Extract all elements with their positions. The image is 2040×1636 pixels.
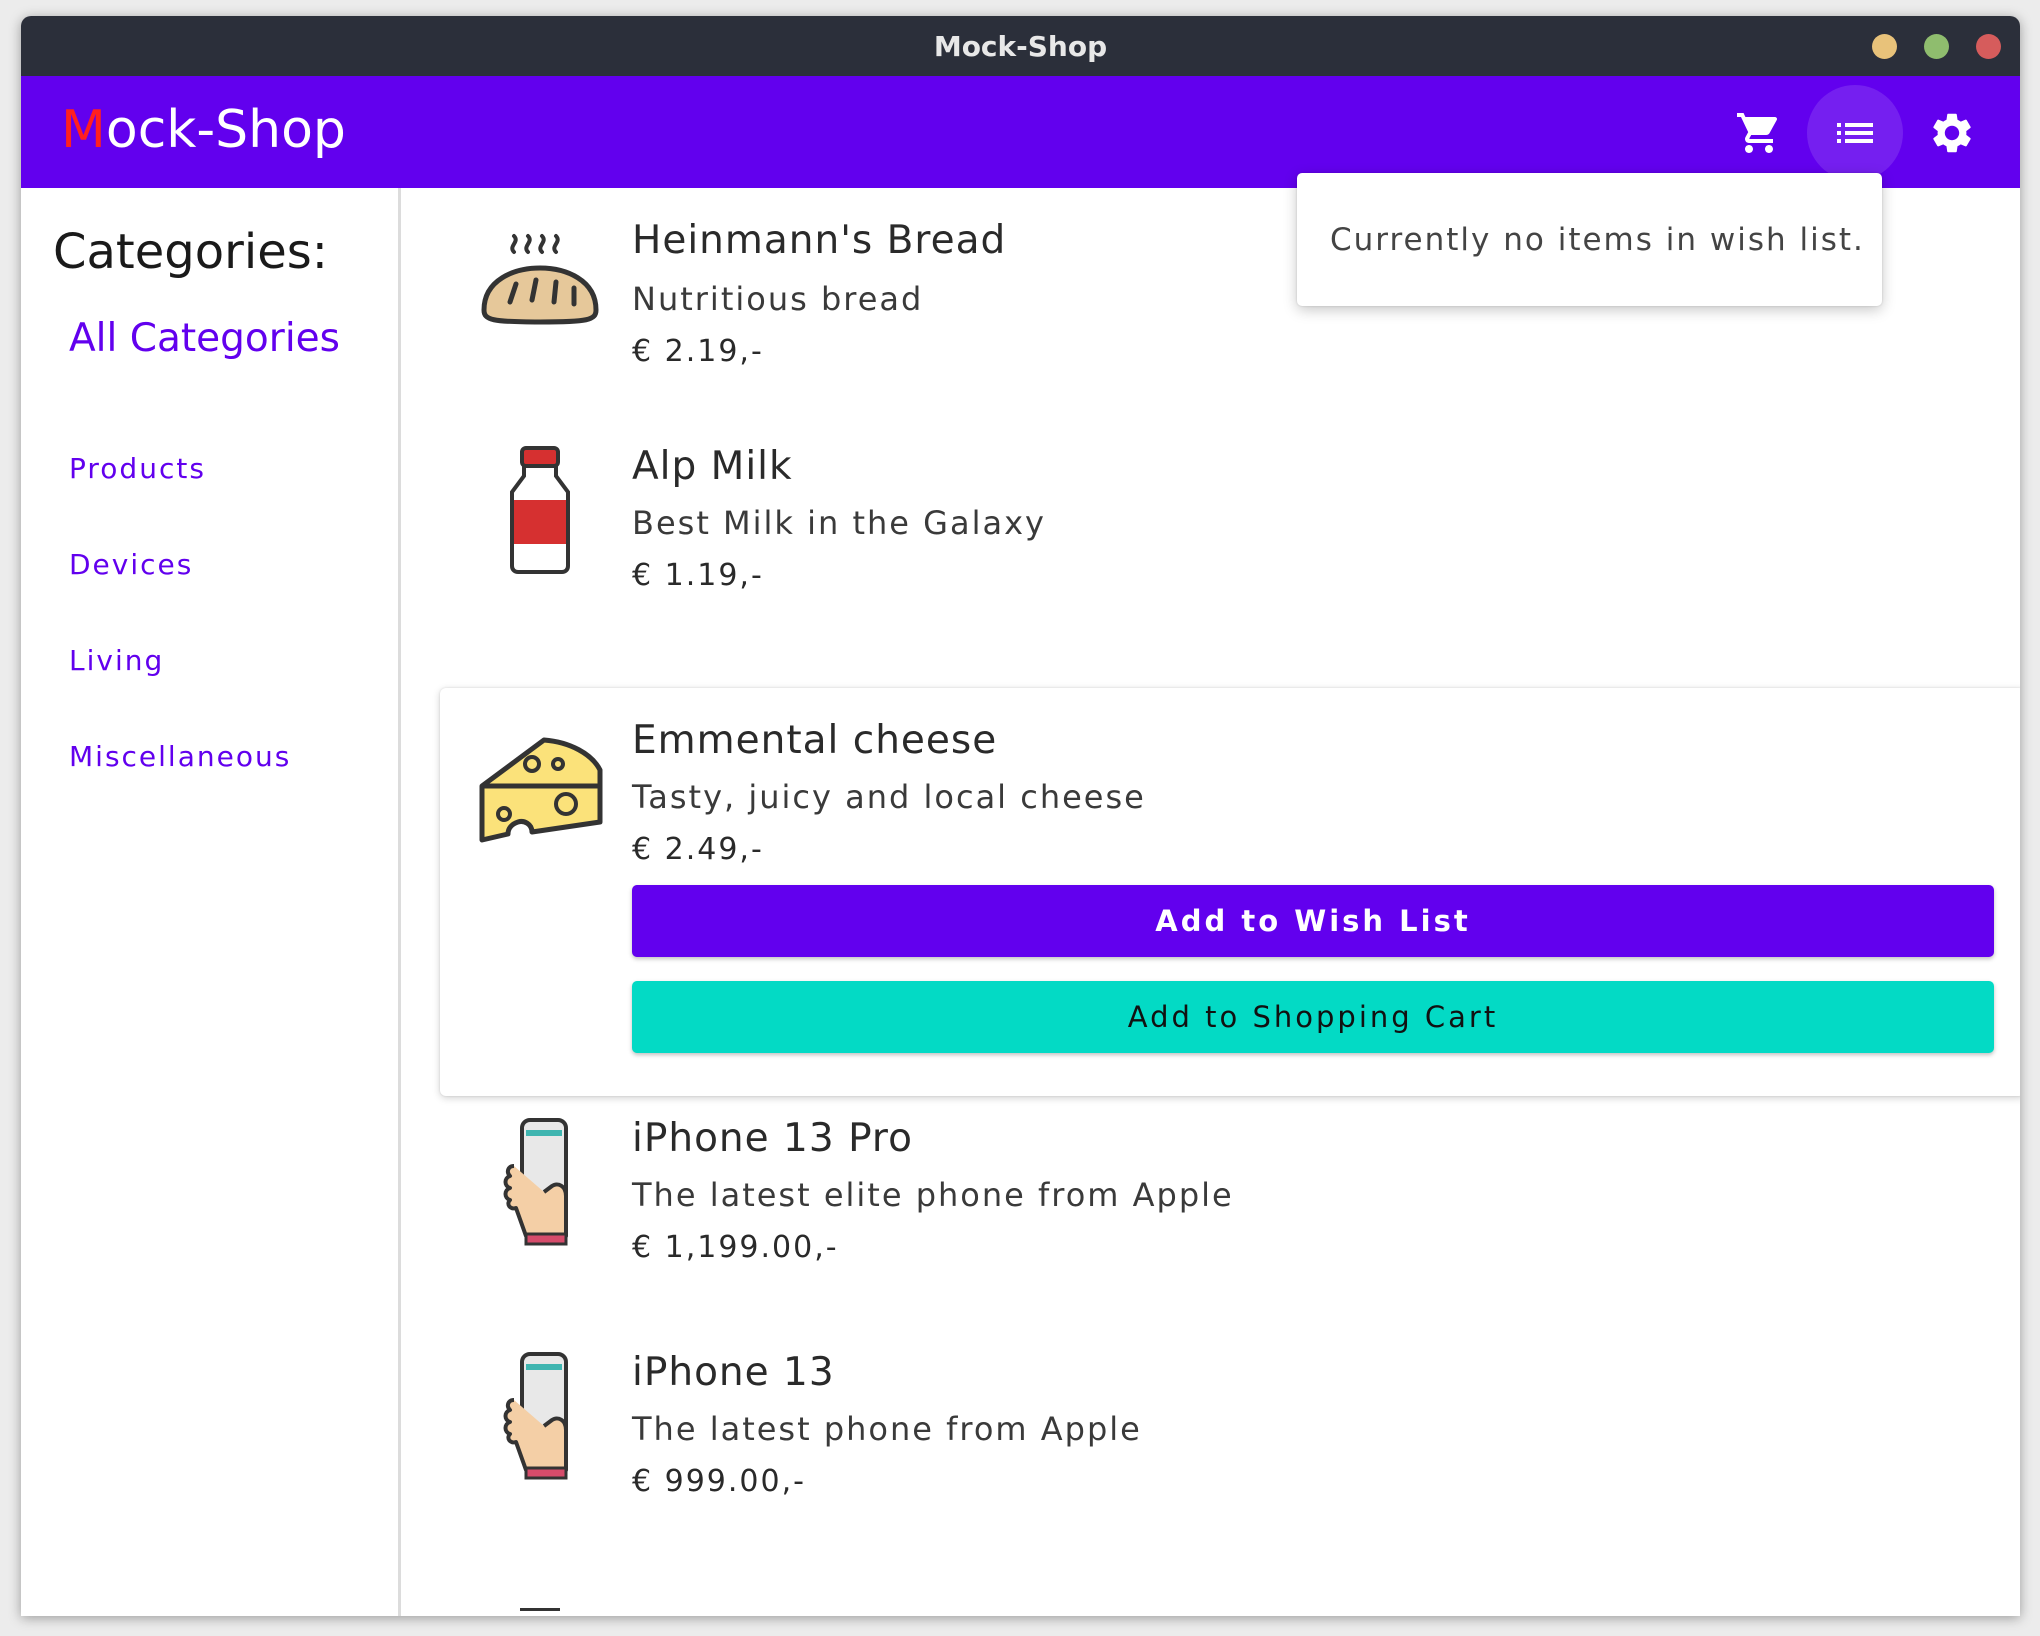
wish-list-icon bbox=[1837, 123, 1873, 143]
product-item[interactable]: iPhone 13 The latest phone from Apple € … bbox=[440, 1350, 2020, 1550]
settings-button[interactable] bbox=[1904, 85, 2000, 181]
minimize-button[interactable] bbox=[1872, 34, 1897, 59]
product-price: € 999.00,- bbox=[632, 1464, 806, 1499]
wish-list-button[interactable] bbox=[1807, 85, 1903, 181]
brand-name: ock-Shop bbox=[105, 100, 346, 160]
product-description: Tasty, juicy and local cheese bbox=[632, 778, 1146, 816]
add-to-shopping-cart-button[interactable]: Add to Shopping Cart bbox=[632, 981, 1994, 1053]
wish-list-popover: Currently no items in wish list. bbox=[1297, 173, 1882, 306]
product-description: The latest elite phone from Apple bbox=[632, 1176, 1234, 1214]
product-description: The latest phone from Apple bbox=[632, 1410, 1142, 1448]
product-name: Alp Milk bbox=[632, 444, 793, 489]
wish-list-empty-message: Currently no items in wish list. bbox=[1330, 221, 1865, 258]
category-all[interactable]: All Categories bbox=[69, 316, 340, 361]
next-product-partial bbox=[520, 1608, 560, 1611]
product-item[interactable]: Alp Milk Best Milk in the Galaxy € 1.19,… bbox=[440, 444, 2020, 644]
sidebar-title: Categories: bbox=[53, 224, 328, 280]
cart-button[interactable] bbox=[1711, 85, 1807, 181]
app-bar: Mock-Shop bbox=[21, 76, 2020, 188]
category-miscellaneous[interactable]: Miscellaneous bbox=[69, 740, 291, 773]
product-price: € 1,199.00,- bbox=[632, 1230, 839, 1265]
phone-in-hand-icon bbox=[474, 1350, 606, 1482]
category-sidebar: Categories: All Categories Products Devi… bbox=[21, 188, 401, 1616]
maximize-button[interactable] bbox=[1924, 34, 1949, 59]
cheese-icon bbox=[474, 722, 606, 854]
product-price: € 2.19,- bbox=[632, 334, 764, 369]
product-description: Best Milk in the Galaxy bbox=[632, 504, 1046, 542]
brand-initial: M bbox=[61, 100, 106, 160]
cart-icon bbox=[1737, 113, 1778, 153]
product-price: € 1.19,- bbox=[632, 558, 764, 593]
phone-in-hand-icon bbox=[474, 1116, 606, 1248]
product-list: Heinmann's Bread Nutritious bread € 2.19… bbox=[404, 188, 2020, 1616]
app-window: Mock-Shop Mock-Shop Categories: All Cate… bbox=[21, 16, 2020, 1616]
product-name: Emmental cheese bbox=[632, 718, 998, 763]
product-description: Nutritious bread bbox=[632, 280, 924, 318]
add-to-wish-list-button[interactable]: Add to Wish List bbox=[632, 885, 1994, 957]
close-window-button[interactable] bbox=[1976, 34, 2001, 59]
category-devices[interactable]: Devices bbox=[69, 548, 193, 581]
category-living[interactable]: Living bbox=[69, 644, 164, 677]
product-price: € 2.49,- bbox=[632, 832, 764, 867]
bread-icon bbox=[474, 218, 606, 350]
brand-logo: Mock-Shop bbox=[61, 100, 346, 160]
title-bar: Mock-Shop bbox=[21, 16, 2020, 76]
settings-icon bbox=[1933, 113, 1971, 153]
category-products[interactable]: Products bbox=[69, 452, 206, 485]
milk-bottle-icon bbox=[474, 444, 606, 576]
product-name: iPhone 13 bbox=[632, 1350, 835, 1395]
window-title: Mock-Shop bbox=[933, 29, 1108, 63]
product-item[interactable]: iPhone 13 Pro The latest elite phone fro… bbox=[440, 1116, 2020, 1316]
product-name: Heinmann's Bread bbox=[632, 218, 1007, 263]
product-name: iPhone 13 Pro bbox=[632, 1116, 913, 1161]
product-item-selected[interactable]: Emmental cheese Tasty, juicy and local c… bbox=[440, 688, 2020, 1096]
